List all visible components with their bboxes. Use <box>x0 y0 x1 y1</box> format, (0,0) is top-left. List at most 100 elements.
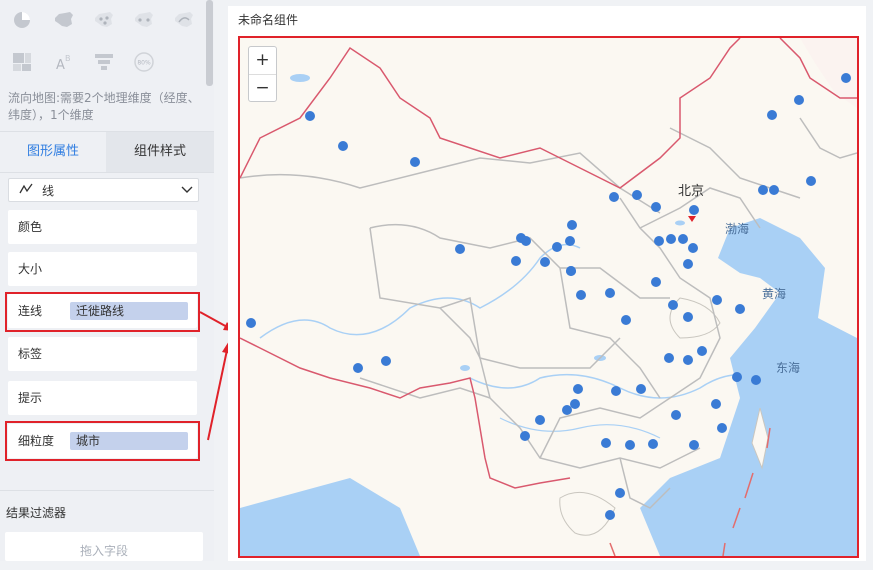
city-dot[interactable] <box>305 111 315 121</box>
svg-text:B: B <box>65 54 71 63</box>
china-map-icon[interactable] <box>52 8 76 32</box>
city-dot[interactable] <box>758 185 768 195</box>
city-dot[interactable] <box>648 439 658 449</box>
city-dot[interactable] <box>246 318 256 328</box>
chart-type-scrollbar[interactable] <box>206 0 213 86</box>
city-dot[interactable] <box>605 510 615 520</box>
city-dot[interactable] <box>611 386 621 396</box>
city-dot[interactable] <box>711 399 721 409</box>
city-dot[interactable] <box>841 73 851 83</box>
city-dot[interactable] <box>565 236 575 246</box>
treemap-icon[interactable] <box>10 50 34 74</box>
city-dot[interactable] <box>683 312 693 322</box>
china-map-pie-icon[interactable] <box>10 8 34 32</box>
bohai-label: 渤海 <box>725 221 749 236</box>
city-dot[interactable] <box>552 242 562 252</box>
china-map-dots-icon[interactable] <box>92 8 116 32</box>
city-dot[interactable] <box>767 110 777 120</box>
result-filter-title: 结果过滤器 <box>6 506 67 520</box>
word-cloud-icon[interactable]: AB <box>52 50 76 74</box>
city-dot[interactable] <box>521 236 531 246</box>
funnel-icon[interactable] <box>92 50 116 74</box>
label-property[interactable]: 标签 <box>8 337 197 371</box>
city-dot[interactable] <box>632 190 642 200</box>
city-dot[interactable] <box>688 243 698 253</box>
tab-component-style[interactable]: 组件样式 <box>106 132 214 172</box>
flow-map[interactable]: 北京 渤海 黄海 东海 + − <box>238 36 859 558</box>
city-dot[interactable] <box>751 375 761 385</box>
city-dot[interactable] <box>615 488 625 498</box>
tooltip-label: 提示 <box>18 391 43 405</box>
city-dot[interactable] <box>520 431 530 441</box>
granularity-highlight-box <box>5 421 200 461</box>
mark-type-label: 线 <box>42 184 55 198</box>
tooltip-property[interactable]: 提示 <box>8 381 197 415</box>
svg-text:A: A <box>56 58 65 72</box>
city-dot[interactable] <box>455 244 465 254</box>
city-dot[interactable] <box>651 202 661 212</box>
city-dot[interactable] <box>353 363 363 373</box>
city-dot[interactable] <box>664 353 674 363</box>
beijing-label: 北京 <box>678 183 704 198</box>
city-dot[interactable] <box>654 236 664 246</box>
yellow-sea-label: 黄海 <box>762 286 786 301</box>
city-dot[interactable] <box>735 304 745 314</box>
divider <box>0 490 214 491</box>
city-dot[interactable] <box>573 384 583 394</box>
city-dot[interactable] <box>769 185 779 195</box>
city-dot[interactable] <box>717 423 727 433</box>
color-label: 颜色 <box>18 220 43 234</box>
city-dot[interactable] <box>540 257 550 267</box>
city-dot[interactable] <box>689 205 699 215</box>
east-sea-label: 东海 <box>776 360 800 375</box>
size-property[interactable]: 大小 <box>8 252 197 286</box>
city-dot[interactable] <box>410 157 420 167</box>
mark-type-select[interactable]: 线 <box>8 178 199 202</box>
city-dot[interactable] <box>732 372 742 382</box>
china-map-dots-2-icon[interactable] <box>132 8 156 32</box>
city-dot[interactable] <box>678 234 688 244</box>
gauge-icon[interactable]: 80% <box>132 50 156 74</box>
tab-graphic-properties[interactable]: 图形属性 <box>0 132 106 172</box>
city-dot[interactable] <box>338 141 348 151</box>
city-dot[interactable] <box>511 256 521 266</box>
size-label: 大小 <box>18 262 43 276</box>
city-dot[interactable] <box>535 415 545 425</box>
city-dot[interactable] <box>712 295 722 305</box>
chevron-down-icon <box>181 183 193 198</box>
city-dot[interactable] <box>683 259 693 269</box>
city-dot[interactable] <box>567 220 577 230</box>
line-highlight-box <box>5 292 200 332</box>
city-dot[interactable] <box>668 300 678 310</box>
property-tabs: 图形属性 组件样式 <box>0 131 214 173</box>
zoom-out-button[interactable]: − <box>249 74 276 102</box>
city-dot[interactable] <box>381 356 391 366</box>
city-dot[interactable] <box>625 440 635 450</box>
city-dot[interactable] <box>609 192 619 202</box>
china-map-line-icon[interactable] <box>172 8 196 32</box>
city-dot[interactable] <box>689 440 699 450</box>
city-dot[interactable] <box>636 384 646 394</box>
component-title[interactable]: 未命名组件 <box>238 11 298 28</box>
city-dot[interactable] <box>576 290 586 300</box>
city-dot[interactable] <box>562 405 572 415</box>
city-dot[interactable] <box>666 234 676 244</box>
map-canvas: 北京 渤海 黄海 东海 <box>240 38 857 556</box>
line-chart-icon <box>19 182 33 199</box>
city-dot[interactable] <box>601 438 611 448</box>
city-dot[interactable] <box>566 266 576 276</box>
city-dot[interactable] <box>621 315 631 325</box>
filter-drop-zone[interactable]: 拖入字段 <box>5 532 203 561</box>
city-dot[interactable] <box>806 176 816 186</box>
city-dot[interactable] <box>683 355 693 365</box>
city-dot[interactable] <box>570 399 580 409</box>
zoom-in-button[interactable]: + <box>249 47 276 74</box>
city-dot[interactable] <box>605 288 615 298</box>
city-dot[interactable] <box>671 410 681 420</box>
city-dot[interactable] <box>651 277 661 287</box>
city-dot[interactable] <box>794 95 804 105</box>
zoom-control: + − <box>248 46 277 102</box>
chart-type-hint: 流向地图:需要2个地理维度（经度、纬度），1个维度 <box>8 91 200 122</box>
city-dot[interactable] <box>697 346 707 356</box>
color-property[interactable]: 颜色 <box>8 210 197 244</box>
